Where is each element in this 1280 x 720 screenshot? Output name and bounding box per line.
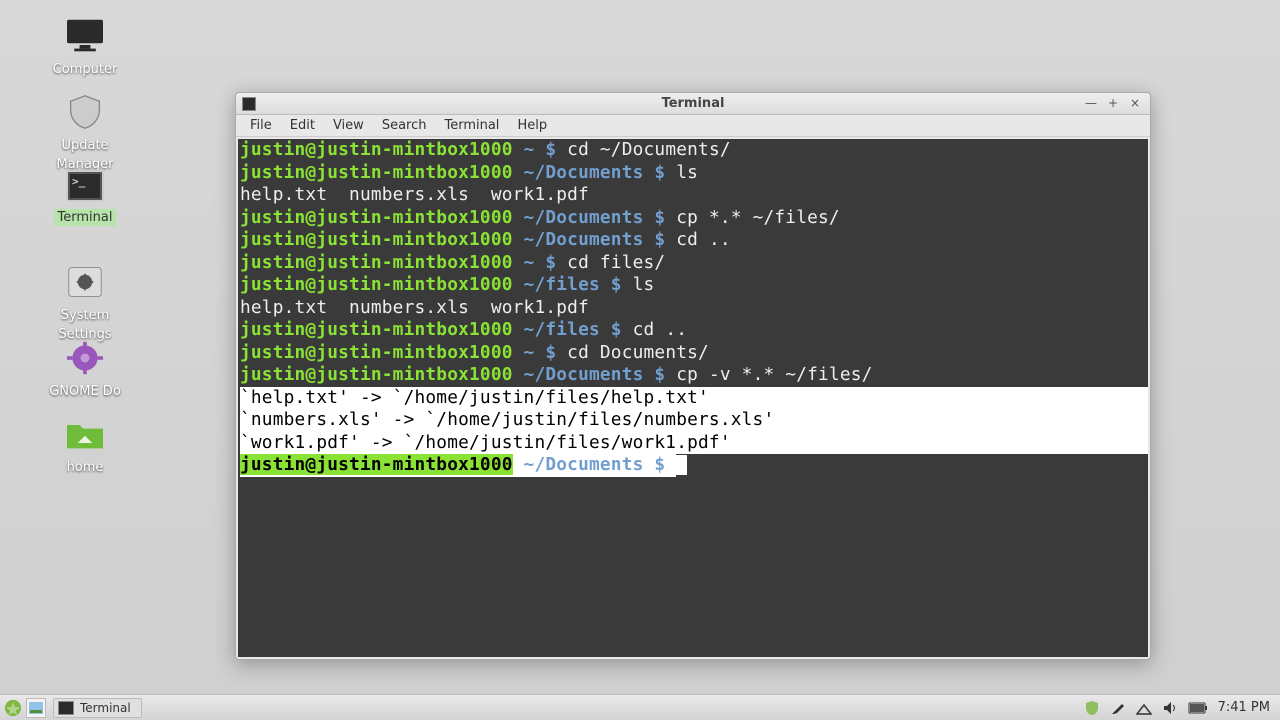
desktop-icon-home[interactable]: home <box>33 416 137 475</box>
menu-help[interactable]: Help <box>509 116 555 135</box>
menu-terminal[interactable]: Terminal <box>436 116 507 135</box>
taskbar: Terminal 7:41 PM <box>0 694 1280 720</box>
color-picker-icon[interactable] <box>1110 700 1126 716</box>
titlebar[interactable]: Terminal — + × <box>236 93 1150 115</box>
monitor-icon <box>63 18 107 54</box>
shield-tray-icon[interactable] <box>1084 700 1100 716</box>
menu-view[interactable]: View <box>325 116 372 135</box>
start-menu-button[interactable] <box>4 699 22 717</box>
maximize-button[interactable]: + <box>1102 95 1124 113</box>
menubar: File Edit View Search Terminal Help <box>236 115 1150 137</box>
volume-icon[interactable] <box>1162 700 1178 716</box>
desktop-icon-label: Update Manager <box>57 138 114 172</box>
taskbar-app-label: Terminal <box>80 701 131 715</box>
network-icon[interactable] <box>1136 700 1152 716</box>
show-desktop-button[interactable] <box>26 698 46 718</box>
menu-file[interactable]: File <box>242 116 280 135</box>
window-title: Terminal <box>236 93 1150 115</box>
desktop-icon-computer[interactable]: Computer <box>33 18 137 77</box>
battery-icon[interactable] <box>1188 700 1208 716</box>
minimize-button[interactable]: — <box>1080 95 1102 113</box>
desktop-icon-label: Terminal <box>54 209 117 226</box>
desktop-icon-label: home <box>67 460 104 475</box>
desktop-icon-update-manager[interactable]: Update Manager <box>33 94 137 172</box>
clock[interactable]: 7:41 PM <box>1218 700 1270 715</box>
terminal-icon: >_ <box>66 170 104 202</box>
desktop-icon-label: System Settings <box>58 308 111 342</box>
desktop-icon-gnome-do[interactable]: GNOME Do <box>33 340 137 399</box>
desktop-icon-system-settings[interactable]: System Settings <box>33 264 137 342</box>
terminal-icon <box>58 701 74 715</box>
desktop-icon-label: Computer <box>53 62 118 77</box>
menu-search[interactable]: Search <box>374 116 435 135</box>
desktop-icon-terminal[interactable]: >_ Terminal <box>33 170 137 226</box>
close-button[interactable]: × <box>1124 95 1146 113</box>
gear-icon <box>63 340 107 376</box>
menu-edit[interactable]: Edit <box>282 116 323 135</box>
settings-icon <box>63 264 107 300</box>
terminal-content[interactable]: justin@justin-mintbox1000 ~ $ cd ~/Docum… <box>238 139 1148 657</box>
folder-home-icon <box>63 416 107 452</box>
desktop-icon-label: GNOME Do <box>49 384 121 399</box>
shield-icon <box>63 94 107 130</box>
terminal-window: Terminal — + × File Edit View Search Ter… <box>235 92 1151 660</box>
taskbar-app-terminal[interactable]: Terminal <box>53 698 142 718</box>
